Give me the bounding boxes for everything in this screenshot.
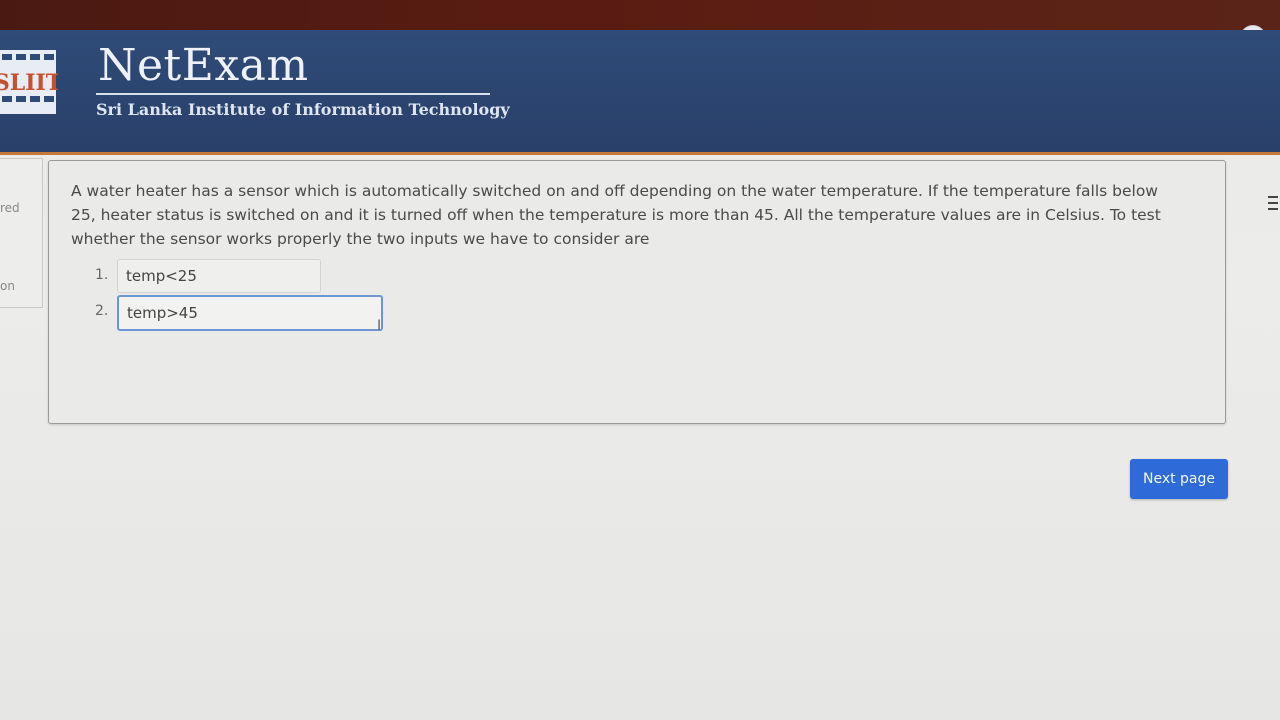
question-text: A water heater has a sensor which is aut… [71,182,1161,248]
top-bar [0,0,1280,30]
panel-status-text: red [0,201,20,215]
site-header: SLIIT NetExam Sri Lanka Institute of Inf… [0,30,1280,155]
question-card: A water heater has a sensor which is aut… [48,160,1226,424]
answer-input-1[interactable] [117,259,321,293]
app-title: NetExam [98,40,309,91]
answer-number: 1. [95,267,109,283]
logo-text: SLIIT [0,70,58,96]
header-divider [96,93,490,95]
panel-nav-text[interactable]: on [0,279,15,293]
sliit-logo-icon: SLIIT [0,50,58,114]
institute-name: Sri Lanka Institute of Information Techn… [96,100,510,119]
text-cursor-icon: I [377,318,382,334]
quiz-navigation-panel: red on [0,158,43,308]
answer-number: 2. [95,303,109,319]
next-page-button[interactable]: Next page [1130,459,1228,499]
menu-icon[interactable] [1268,196,1278,212]
answer-input-2[interactable] [117,295,383,331]
